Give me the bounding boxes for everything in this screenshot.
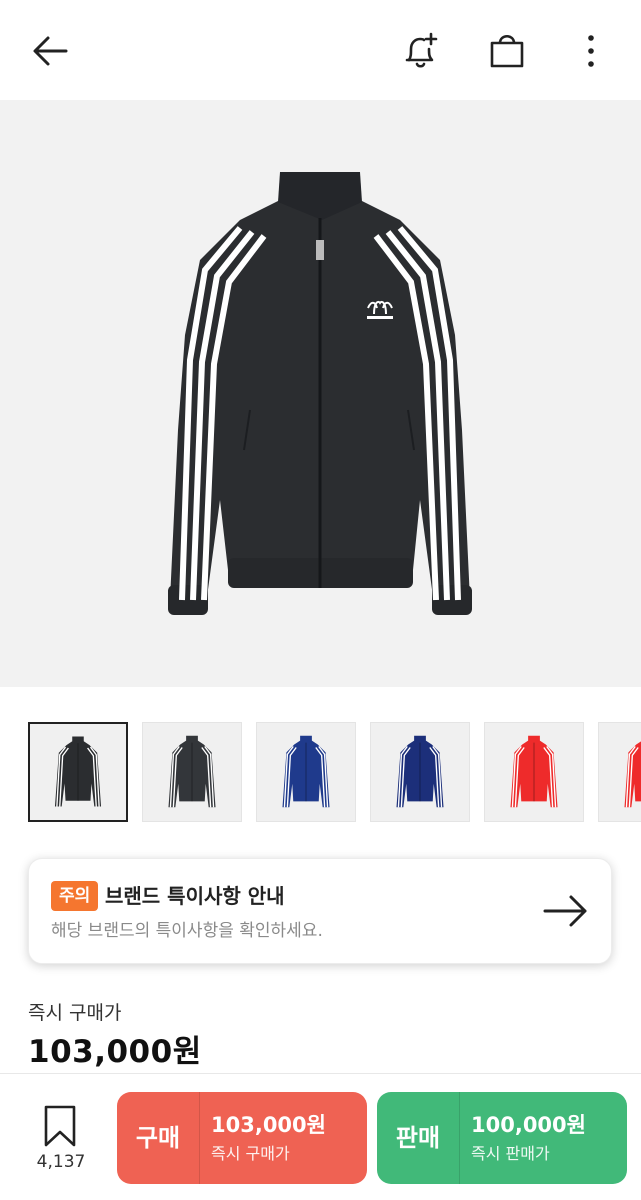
instant-buy-price-label: 즉시 구매가 [28, 1002, 122, 1024]
thumbnail-jacket-image [168, 735, 216, 808]
thumbnail-jacket-image [282, 735, 330, 808]
buy-label: 구매 [135, 1124, 181, 1152]
product-image[interactable] [0, 100, 641, 687]
buy-sub-label: 즉시 구매가 [211, 1144, 290, 1163]
thumbnail-item[interactable] [28, 722, 128, 822]
shopping-bag-icon[interactable] [484, 28, 530, 74]
caution-badge: 주의 [51, 881, 99, 911]
top-bar [0, 0, 641, 100]
thumbnail-item[interactable] [484, 722, 584, 822]
bookmark-button[interactable]: 4,137 [26, 1100, 96, 1180]
arrow-right-icon[interactable] [541, 889, 591, 933]
thumbnail-strip[interactable] [28, 722, 641, 822]
brand-notice-card[interactable]: 주의 브랜드 특이사항 안내 해당 브랜드의 특이사항을 확인하세요. [28, 858, 612, 964]
thumbnail-item[interactable] [142, 722, 242, 822]
bookmark-count: 4,137 [36, 1152, 86, 1172]
sell-sub-label: 즉시 판매가 [471, 1144, 550, 1163]
buy-divider [199, 1092, 200, 1184]
notice-title: 브랜드 특이사항 안내 [105, 884, 285, 908]
jacket-illustration [168, 172, 472, 615]
thumbnail-jacket-image [510, 735, 558, 808]
buy-amount: 103,000원 [211, 1113, 326, 1137]
buy-button[interactable]: 구매 103,000원 즉시 구매가 [117, 1092, 367, 1184]
thumbnail-jacket-image [54, 736, 102, 807]
more-vertical-icon[interactable] [576, 28, 606, 74]
sell-amount: 100,000원 [471, 1113, 586, 1137]
arrow-left-icon[interactable] [28, 28, 74, 74]
sell-divider [459, 1092, 460, 1184]
bell-plus-icon[interactable] [398, 28, 444, 74]
instant-buy-price: 103,000원 [28, 1034, 202, 1070]
bookmark-icon [44, 1105, 76, 1147]
notice-description: 해당 브랜드의 특이사항을 확인하세요. [51, 921, 323, 941]
thumbnail-jacket-image [624, 741, 641, 808]
thumbnail-item[interactable] [256, 722, 356, 822]
thumbnail-item[interactable] [598, 722, 641, 822]
sell-button[interactable]: 판매 100,000원 즉시 판매가 [377, 1092, 627, 1184]
sell-label: 판매 [395, 1124, 441, 1152]
bottom-action-bar: 4,137 구매 103,000원 즉시 구매가 판매 100,000원 즉시 … [0, 1073, 641, 1200]
thumbnail-jacket-image [396, 735, 444, 808]
thumbnail-item[interactable] [370, 722, 470, 822]
